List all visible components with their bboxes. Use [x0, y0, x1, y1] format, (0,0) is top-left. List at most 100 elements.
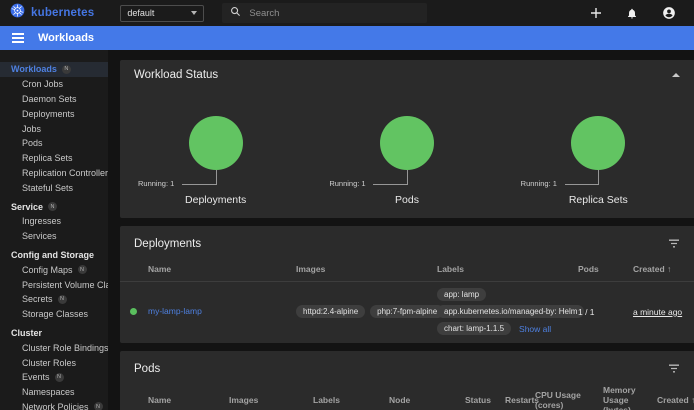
sidebar-item-label: Jobs [22, 124, 41, 134]
main-content: Workload Status Running: 1 Deployments R… [108, 50, 694, 410]
show-all-link[interactable]: Show all [519, 324, 551, 334]
namespaced-badge: N [94, 402, 103, 410]
sidebar-item-label: Storage Classes [22, 309, 88, 319]
sidebar-item-workloads[interactable]: Workloads N [0, 62, 108, 77]
status-ok-dot [130, 308, 137, 315]
col-status[interactable]: Status [465, 395, 505, 405]
sidebar-item-service[interactable]: Service N [0, 199, 108, 214]
col-name[interactable]: Name [148, 395, 229, 405]
sidebar-item-label: Secrets [22, 294, 53, 304]
sidebar-item-cluster-roles[interactable]: Cluster Roles [0, 355, 108, 370]
sidebar-item-replication-controllers[interactable]: Replication Controllers [0, 166, 108, 181]
pie-annotation: Running: 1 [329, 179, 365, 188]
sidebar-item-deployments[interactable]: Deployments [0, 106, 108, 121]
pods-count: 1 / 1 [578, 307, 633, 317]
topbar-actions [590, 6, 684, 20]
chart-title: Replica Sets [503, 194, 694, 206]
deployment-name-link[interactable]: my-lamp-lamp [148, 306, 202, 316]
chart-title: Pods [311, 194, 502, 206]
sidebar-item-daemon-sets[interactable]: Daemon Sets [0, 92, 108, 107]
image-chip: php:7-fpm-alpine [370, 305, 444, 318]
sidebar-item-label: Service [11, 202, 43, 212]
labels-cell: app: lamp app.kubernetes.io/managed-by: … [437, 288, 578, 335]
namespace-selector[interactable]: default [120, 5, 204, 22]
deployments-card: Deployments Name Images Labels Pods Crea… [120, 226, 694, 343]
sidebar-item-cron-jobs[interactable]: Cron Jobs [0, 77, 108, 92]
create-plus-icon[interactable] [590, 7, 602, 19]
sidebar-item-jobs[interactable]: Jobs [0, 121, 108, 136]
col-name[interactable]: Name [148, 264, 296, 274]
sidebar-item-label: Daemon Sets [22, 94, 77, 104]
user-account-icon[interactable] [662, 6, 676, 20]
col-images[interactable]: Images [296, 264, 437, 274]
col-created[interactable]: Created ↑ [657, 395, 694, 405]
collapse-chevron-icon[interactable] [672, 73, 680, 77]
page-title: Workloads [38, 32, 94, 44]
sidebar-item-label: Persistent Volume Claims [22, 280, 108, 290]
sidebar-item-label: Workloads [11, 64, 57, 74]
namespaced-badge: N [58, 295, 67, 304]
sidebar-item-replica-sets[interactable]: Replica Sets [0, 151, 108, 166]
search-icon [230, 4, 241, 22]
status-charts-row: Running: 1 Deployments Running: 1 Pods [120, 88, 694, 218]
sidebar-item-events[interactable]: Events N [0, 370, 108, 385]
label-chip: app.kubernetes.io/managed-by: Helm [437, 305, 584, 318]
created-timestamp: a minute ago [633, 307, 694, 317]
sidebar-item-label: Pods [22, 138, 43, 148]
sidebar-section-config-and-storage[interactable]: Config and Storage [0, 248, 108, 263]
sidebar-item-label: Replica Sets [22, 153, 73, 163]
namespaced-badge: N [78, 265, 87, 274]
col-labels[interactable]: Labels [437, 264, 578, 274]
chart-replica-sets: Running: 1 Replica Sets [503, 88, 694, 206]
col-cpu-usage[interactable]: CPU Usage (cores) [535, 390, 603, 410]
replica-sets-pie-chart[interactable] [571, 116, 625, 170]
pie-annotation: Running: 1 [138, 179, 174, 188]
search-bar[interactable] [222, 3, 427, 23]
deployments-pie-chart[interactable] [189, 116, 243, 170]
deployment-table-row[interactable]: my-lamp-lamp httpd:2.4-alpine php:7-fpm-… [120, 282, 694, 343]
sidebar-item-network-policies[interactable]: Network Policies N [0, 400, 108, 410]
filter-icon[interactable] [668, 360, 680, 378]
sidebar-item-storage-classes[interactable]: Storage Classes [0, 307, 108, 322]
sidebar-section-cluster[interactable]: Cluster [0, 326, 108, 341]
sidebar-item-services[interactable]: Services [0, 229, 108, 244]
brand-name: kubernetes [31, 7, 94, 19]
sidebar-item-cluster-role-bindings[interactable]: Cluster Role Bindings [0, 340, 108, 355]
sidebar-item-label: Cron Jobs [22, 79, 63, 89]
col-node[interactable]: Node [389, 395, 465, 405]
pie-annotation: Running: 1 [521, 179, 557, 188]
menu-hamburger-icon[interactable] [12, 33, 24, 43]
filter-icon[interactable] [668, 235, 680, 253]
col-labels[interactable]: Labels [313, 395, 389, 405]
col-memory-usage[interactable]: Memory Usage (bytes) [603, 385, 657, 410]
sidebar-item-persistent-volume-claims[interactable]: Persistent Volume Claims N [0, 277, 108, 292]
pods-card-title: Pods [134, 363, 160, 375]
workload-status-title: Workload Status [134, 69, 218, 81]
sidebar-item-label: Config and Storage [11, 250, 94, 260]
sidebar-item-ingresses[interactable]: Ingresses [0, 214, 108, 229]
sidebar-item-label: Cluster Role Bindings [22, 343, 108, 353]
pods-pie-chart[interactable] [380, 116, 434, 170]
sidebar-item-label: Services [22, 231, 57, 241]
col-images[interactable]: Images [229, 395, 313, 405]
sidebar-item-secrets[interactable]: Secrets N [0, 292, 108, 307]
notifications-bell-icon[interactable] [626, 7, 638, 20]
pods-card: Pods Name Images Labels Node Status Rest… [120, 351, 694, 410]
kubernetes-logo-brand[interactable]: kubernetes [10, 3, 94, 23]
sidebar-item-config-maps[interactable]: Config Maps N [0, 262, 108, 277]
sort-arrow-icon: ↑ [667, 264, 671, 274]
col-created[interactable]: Created ↑ [633, 264, 694, 274]
namespaced-badge: N [55, 373, 64, 382]
pie-callout: Running: 1 [521, 170, 599, 185]
chevron-down-icon [191, 11, 197, 15]
col-restarts[interactable]: Restarts [505, 395, 535, 405]
search-input[interactable] [249, 8, 399, 19]
chart-title: Deployments [120, 194, 311, 206]
sidebar-item-pods[interactable]: Pods [0, 136, 108, 151]
sidebar-item-label: Events [22, 372, 50, 382]
sidebar-item-stateful-sets[interactable]: Stateful Sets [0, 180, 108, 195]
sidebar-item-namespaces[interactable]: Namespaces [0, 385, 108, 400]
col-pods[interactable]: Pods [578, 264, 633, 274]
namespaced-badge: N [62, 65, 71, 74]
images-cell: httpd:2.4-alpine php:7-fpm-alpine [296, 305, 437, 318]
